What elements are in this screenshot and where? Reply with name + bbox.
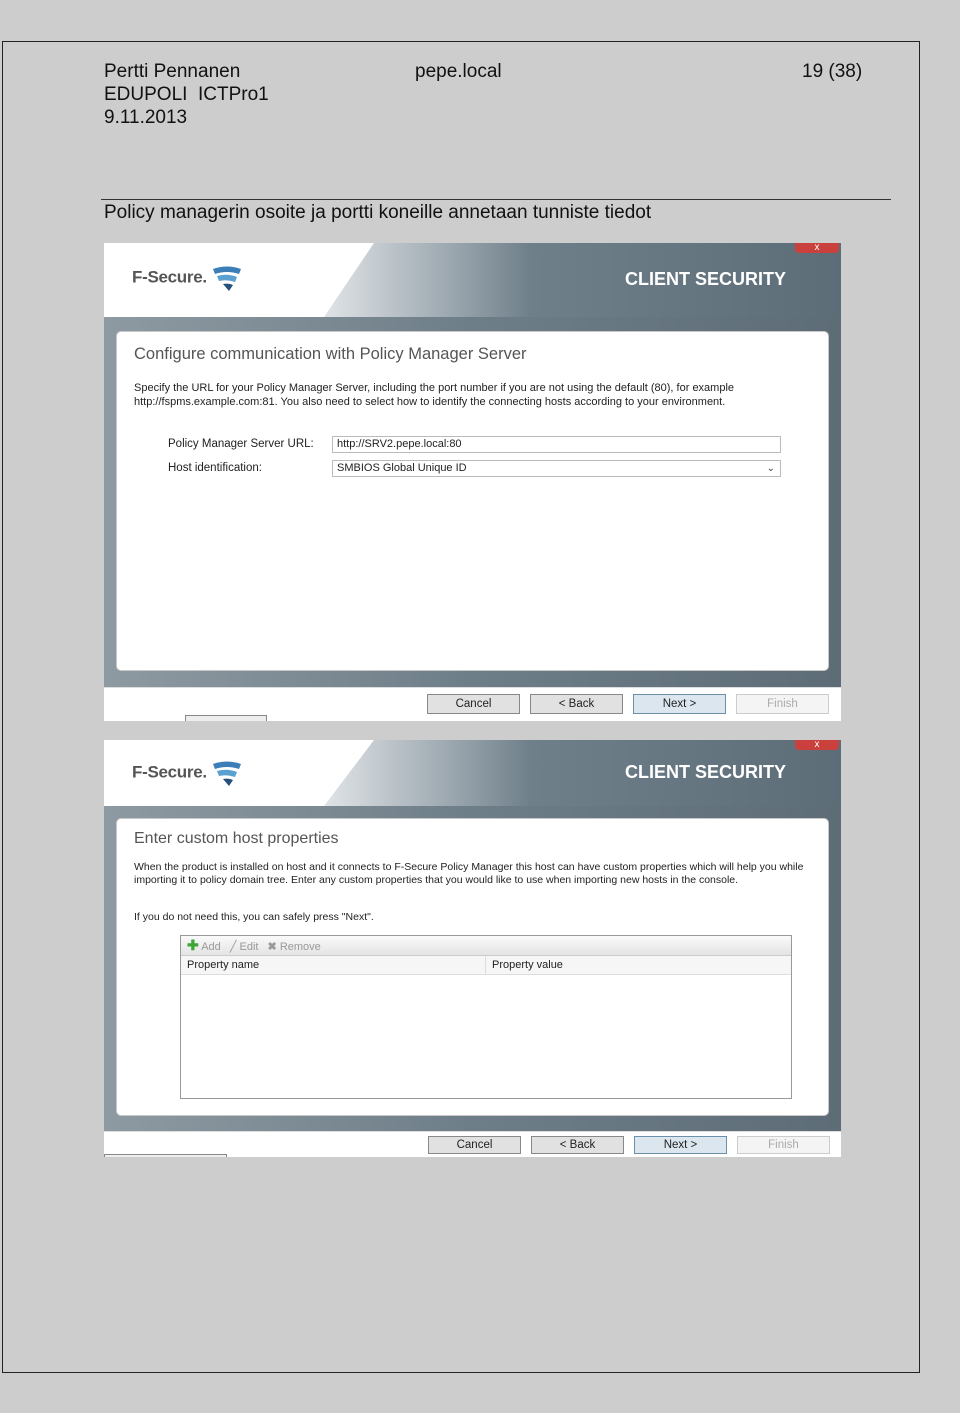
taskbar-tab-fragment bbox=[185, 715, 267, 721]
page-title: Configure communication with Policy Mana… bbox=[134, 345, 527, 363]
dialog-body: Configure communication with Policy Mana… bbox=[104, 317, 841, 687]
content-card: Enter custom host properties When the pr… bbox=[116, 818, 829, 1116]
dialog-body: Enter custom host properties When the pr… bbox=[104, 806, 841, 1131]
column-header-property-name[interactable]: Property name bbox=[181, 956, 486, 975]
banner: F-Secure. CLIENT SECURITY x bbox=[104, 740, 841, 806]
organization: EDUPOLI ICTPro1 bbox=[104, 84, 269, 105]
product-name: CLIENT SECURITY bbox=[624, 762, 786, 782]
description: When the product is installed on host an… bbox=[134, 861, 804, 886]
screenshot-configure-communication: F-Secure. CLIENT SECURITY x Configure co… bbox=[104, 243, 841, 721]
remove-button: ✖ Remove bbox=[267, 941, 321, 953]
host-identification-label: Host identification: bbox=[168, 462, 262, 474]
taskbar-tab-fragment bbox=[104, 1154, 227, 1157]
properties-table: ✚ Add ╱ Edit ✖ Remove Property name Prop… bbox=[180, 935, 792, 1099]
button-bar: Cancel < Back Next > Finish bbox=[104, 1131, 841, 1157]
page-number: 19 (38) bbox=[802, 61, 863, 82]
product-name: CLIENT SECURITY bbox=[624, 269, 786, 289]
button-bar: Cancel < Back Next > Finish bbox=[104, 687, 841, 721]
header-rule bbox=[101, 199, 891, 200]
description: Specify the URL for your Policy Manager … bbox=[134, 382, 735, 408]
column-header-property-value[interactable]: Property value bbox=[486, 956, 791, 975]
hint: If you do not need this, you can safely … bbox=[134, 911, 374, 923]
caption: Policy managerin osoite ja portti koneil… bbox=[104, 202, 652, 223]
pencil-icon: ╱ bbox=[229, 941, 237, 953]
edit-button: ╱ Edit bbox=[229, 941, 259, 953]
next-button[interactable]: Next > bbox=[634, 1136, 727, 1154]
author: Pertti Pennanen bbox=[104, 61, 241, 82]
back-button[interactable]: < Back bbox=[530, 694, 623, 714]
date: 9.11.2013 bbox=[104, 107, 188, 128]
header-left: Pertti Pennanen EDUPOLI ICTPro1 9.11.201… bbox=[104, 60, 269, 129]
f-secure-logo: F-Secure. bbox=[132, 265, 243, 291]
close-button[interactable]: x bbox=[795, 243, 839, 253]
finish-button: Finish bbox=[737, 1136, 830, 1154]
page-title: Enter custom host properties bbox=[134, 830, 339, 847]
remove-x-icon: ✖ bbox=[267, 941, 277, 953]
screenshot-custom-host-properties: F-Secure. CLIENT SECURITY x Enter custom… bbox=[104, 740, 841, 1157]
policy-manager-url-input[interactable]: http://SRV2.pepe.local:80 bbox=[332, 436, 781, 453]
banner: F-Secure. CLIENT SECURITY x bbox=[104, 243, 841, 317]
finish-button: Finish bbox=[736, 694, 829, 714]
cancel-button[interactable]: Cancel bbox=[428, 1136, 521, 1154]
content-card: Configure communication with Policy Mana… bbox=[116, 331, 829, 671]
domain: pepe.local bbox=[415, 61, 502, 82]
url-label: Policy Manager Server URL: bbox=[168, 438, 314, 450]
table-toolbar: ✚ Add ╱ Edit ✖ Remove bbox=[181, 936, 791, 956]
close-button[interactable]: x bbox=[795, 740, 839, 750]
plus-icon: ✚ bbox=[187, 937, 199, 953]
chevron-down-icon: ⌄ bbox=[766, 463, 775, 474]
f-secure-logo: F-Secure. bbox=[132, 760, 243, 786]
next-button[interactable]: Next > bbox=[633, 694, 726, 714]
add-button[interactable]: ✚ Add bbox=[187, 937, 221, 953]
host-identification-select[interactable]: SMBIOS Global Unique ID ⌄ bbox=[332, 460, 781, 477]
cancel-button[interactable]: Cancel bbox=[427, 694, 520, 714]
back-button[interactable]: < Back bbox=[531, 1136, 624, 1154]
